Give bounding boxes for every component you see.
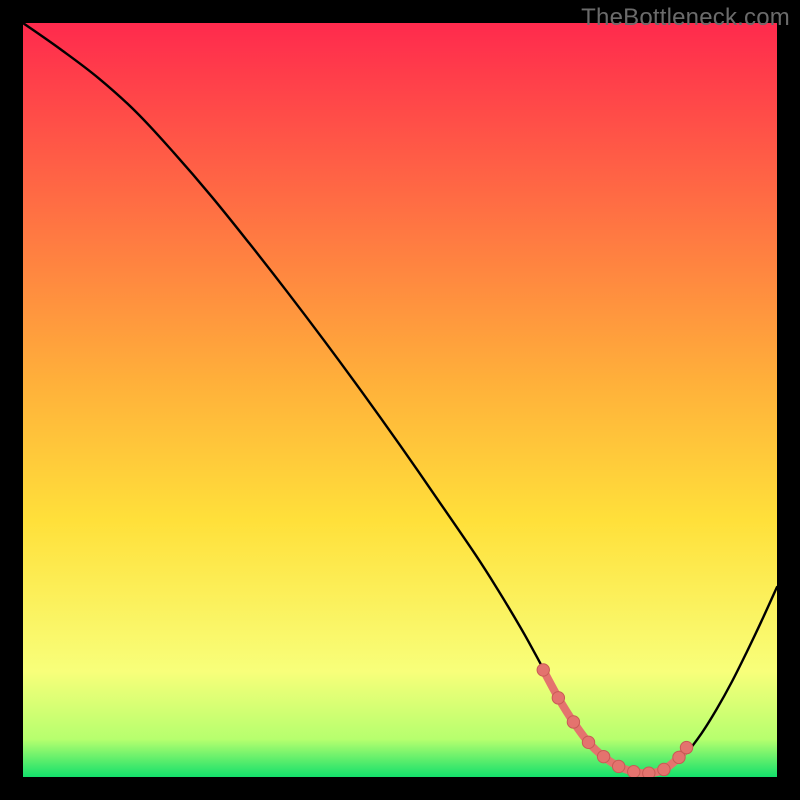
- band-point: [612, 760, 624, 772]
- band-point: [552, 692, 564, 704]
- band-point: [628, 766, 640, 777]
- band-point: [658, 763, 670, 775]
- band-point: [680, 741, 692, 753]
- chart-svg: [23, 23, 777, 777]
- band-point: [567, 716, 579, 728]
- band-point: [537, 664, 549, 676]
- band-point: [643, 767, 655, 777]
- chart-frame: TheBottleneck.com: [0, 0, 800, 800]
- gradient-background: [23, 23, 777, 777]
- band-point: [597, 750, 609, 762]
- chart-plot-area: [23, 23, 777, 777]
- band-point: [582, 736, 594, 748]
- watermark-label: TheBottleneck.com: [581, 4, 790, 32]
